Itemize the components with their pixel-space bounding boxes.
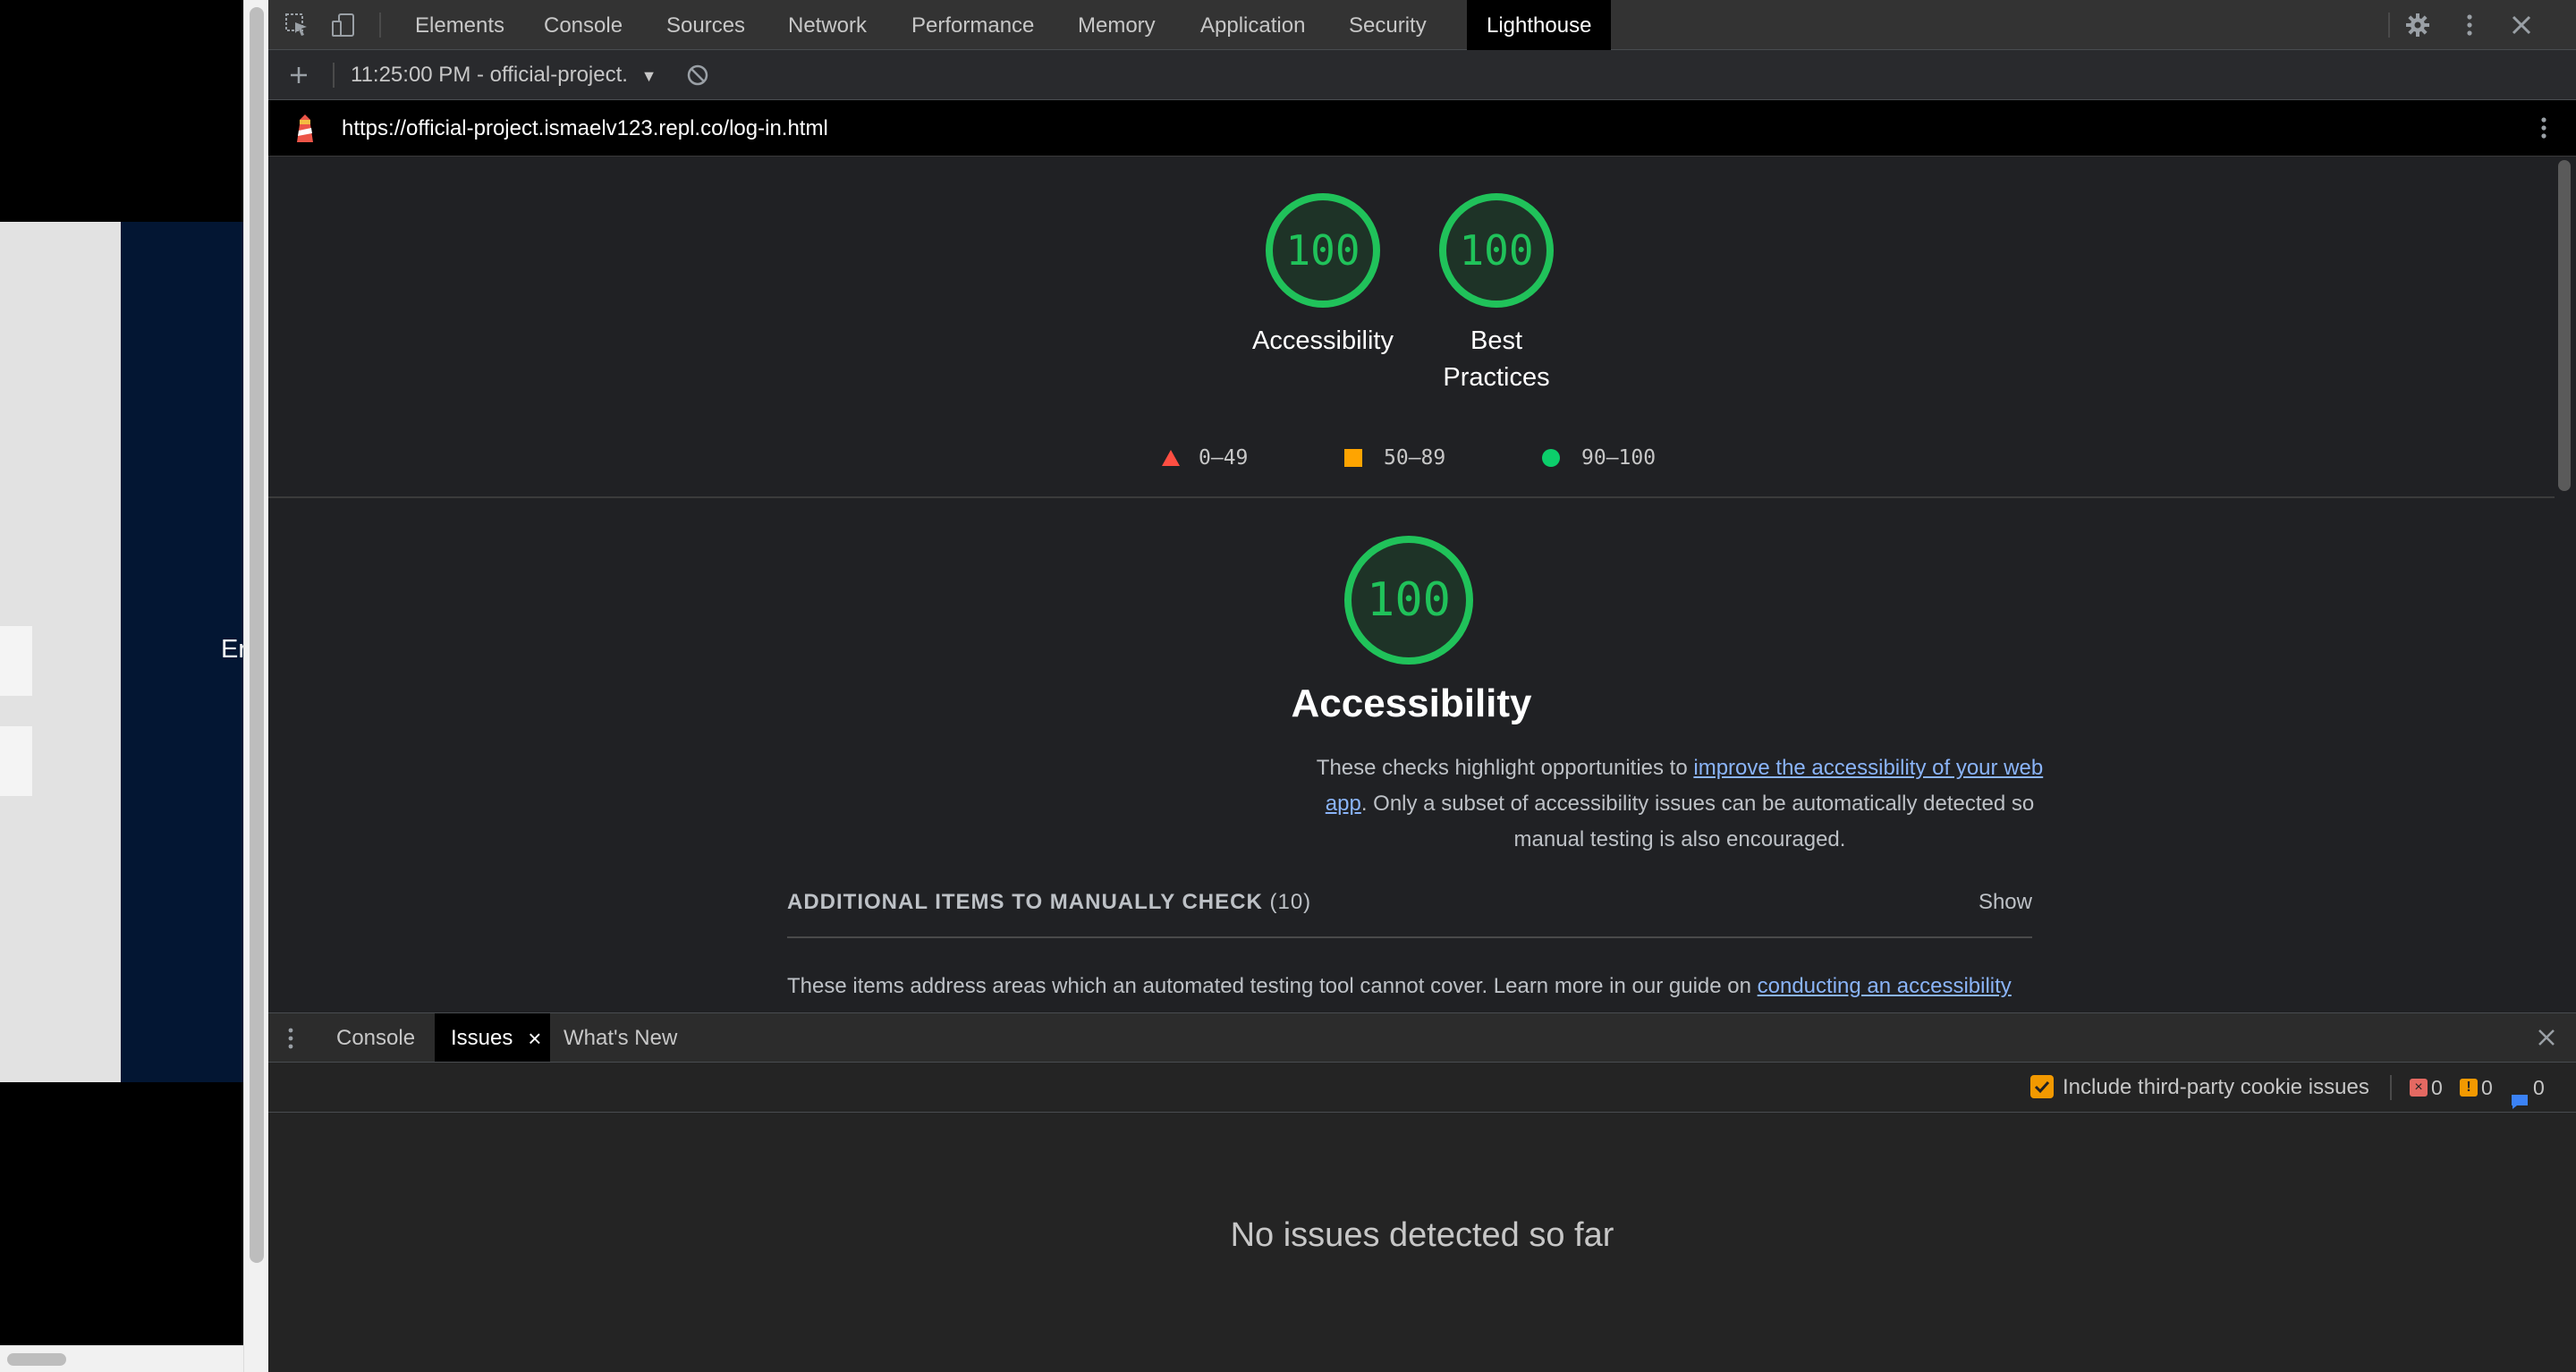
lighthouse-logo-icon <box>290 113 320 145</box>
accessibility-review-link[interactable]: conducting an accessibility <box>1758 974 2012 998</box>
drawer-tab-console[interactable]: Console <box>320 1013 431 1062</box>
section-divider <box>268 496 2555 498</box>
close-drawer-icon[interactable] <box>2535 1026 2558 1049</box>
issues-toolbar: Include third-party cookie issues × 0 ! … <box>268 1063 2576 1113</box>
tab-security[interactable]: Security <box>1329 0 1446 50</box>
info-icon <box>2510 1079 2529 1109</box>
report-url: https://official-project.ismaelv123.repl… <box>342 116 828 140</box>
legend-average-range: 50–89 <box>1384 446 1446 470</box>
best-practices-gauge[interactable]: 100 <box>1438 192 1555 309</box>
description-text: These checks highlight opportunities to <box>1316 756 1694 780</box>
page-partial-text: Er <box>221 635 243 664</box>
devtools-panel: Elements Console Sources Network Perform… <box>268 0 2576 1372</box>
tab-lighthouse[interactable]: Lighthouse <box>1467 0 1612 50</box>
accessibility-section-title: Accessibility <box>1291 682 1532 725</box>
toolbar-separator <box>379 13 381 38</box>
report-selector[interactable]: 11:25:00 PM - official-project. ▼ <box>351 50 657 100</box>
drawer-tab-issues-label: Issues <box>451 1026 513 1050</box>
third-party-cookie-checkbox[interactable] <box>2030 1075 2054 1098</box>
report-scroll-thumb[interactable] <box>2558 160 2571 491</box>
tab-network[interactable]: Network <box>768 0 886 50</box>
drawer-tab-issues[interactable]: Issues × <box>435 1013 551 1063</box>
legend-pass: 90–100 <box>1542 445 1656 471</box>
no-issues-message: No issues detected so far <box>1230 1216 1614 1254</box>
accessibility-score: 100 <box>1285 226 1360 275</box>
tab-memory[interactable]: Memory <box>1058 0 1175 50</box>
gear-icon[interactable] <box>2405 13 2430 38</box>
more-options-icon[interactable] <box>2457 13 2482 38</box>
third-party-cookie-label[interactable]: Include third-party cookie issues <box>2063 1063 2369 1113</box>
tab-elements[interactable]: Elements <box>395 0 524 50</box>
accessibility-section-description: These checks highlight opportunities to … <box>1315 750 2045 858</box>
toolbar-separator <box>2388 13 2390 38</box>
accessibility-section-score: 100 <box>1367 573 1451 627</box>
manual-checks-header[interactable]: ADDITIONAL ITEMS TO MANUALLY CHECK (10) … <box>787 890 2032 938</box>
toolbar-separator <box>333 63 335 88</box>
legend-average: 50–89 <box>1344 445 1445 471</box>
lighthouse-toolbar: 11:25:00 PM - official-project. ▼ <box>268 50 2576 100</box>
legend-fail-range: 0–49 <box>1199 446 1249 470</box>
new-report-icon[interactable] <box>286 63 311 88</box>
tab-console[interactable]: Console <box>524 0 642 50</box>
devtools-main-toolbar: Elements Console Sources Network Perform… <box>268 0 2576 50</box>
page-input-field[interactable] <box>0 726 32 796</box>
legend-fail: 0–49 <box>1161 445 1248 471</box>
info-count-value: 0 <box>2533 1076 2545 1099</box>
page-vertical-scrollbar[interactable] <box>243 0 268 1372</box>
horizontal-scroll-thumb[interactable] <box>7 1353 66 1366</box>
chevron-down-icon: ▼ <box>640 67 657 85</box>
error-icon: × <box>2410 1079 2428 1097</box>
triangle-icon <box>1161 448 1181 468</box>
page-input-field[interactable] <box>0 626 32 696</box>
warning-icon: ! <box>2460 1079 2478 1097</box>
device-toolbar-icon[interactable] <box>331 13 356 38</box>
accessibility-section-gauge: 100 <box>1343 534 1475 666</box>
manual-checks-description: These items address areas which an autom… <box>787 974 2039 999</box>
manual-checks-title: ADDITIONAL ITEMS TO MANUALLY CHECK (10) <box>787 890 1311 915</box>
close-issues-tab-icon[interactable]: × <box>528 1013 541 1063</box>
tab-performance[interactable]: Performance <box>892 0 1054 50</box>
warning-count[interactable]: ! 0 <box>2460 1063 2493 1113</box>
toolbar-separator <box>2390 1075 2392 1100</box>
description-text: . Only a subset of accessibility issues … <box>1360 792 2035 851</box>
inspected-page-viewport: Er <box>0 0 243 1372</box>
manual-checks-title-text: ADDITIONAL ITEMS TO MANUALLY CHECK <box>787 890 1263 914</box>
tab-sources[interactable]: Sources <box>647 0 765 50</box>
error-count-value: 0 <box>2431 1076 2443 1099</box>
best-practices-gauge-label: Best Practices <box>1443 326 1550 392</box>
report-scrollbar[interactable] <box>2555 157 2576 1012</box>
manual-description-text: These items address areas which an autom… <box>787 974 1758 998</box>
show-manual-checks-button[interactable]: Show <box>1979 890 2032 915</box>
close-devtools-icon[interactable] <box>2509 13 2534 38</box>
warning-count-value: 0 <box>2481 1076 2493 1099</box>
accessibility-gauge[interactable]: 100 <box>1265 192 1381 309</box>
drawer-tab-whats-new[interactable]: What's New <box>547 1013 693 1062</box>
report-url-bar: https://official-project.ismaelv123.repl… <box>268 100 2576 157</box>
clear-reports-icon[interactable] <box>685 63 710 88</box>
report-selector-label: 11:25:00 PM - official-project. <box>351 63 628 87</box>
accessibility-gauge-label: Accessibility <box>1252 326 1394 355</box>
inspect-element-icon[interactable] <box>284 13 309 38</box>
best-practices-score: 100 <box>1459 226 1534 275</box>
lighthouse-report: 100 Accessibility 100 Best Practices 0–4… <box>268 157 2576 1012</box>
tab-application[interactable]: Application <box>1181 0 1325 50</box>
legend-pass-range: 90–100 <box>1581 446 1657 470</box>
square-icon <box>1344 449 1362 467</box>
drawer-tab-bar: Console Issues × What's New <box>268 1012 2576 1063</box>
drawer-menu-icon[interactable] <box>284 1026 297 1051</box>
info-count[interactable]: 0 <box>2510 1063 2545 1113</box>
error-count[interactable]: × 0 <box>2410 1063 2443 1113</box>
circle-icon <box>1542 449 1560 467</box>
report-menu-icon[interactable] <box>2531 115 2556 140</box>
vertical-scroll-thumb[interactable] <box>250 7 264 1263</box>
page-horizontal-scrollbar[interactable] <box>0 1345 243 1372</box>
checkmark-icon <box>2034 1080 2050 1094</box>
manual-checks-count: (10) <box>1269 890 1312 914</box>
